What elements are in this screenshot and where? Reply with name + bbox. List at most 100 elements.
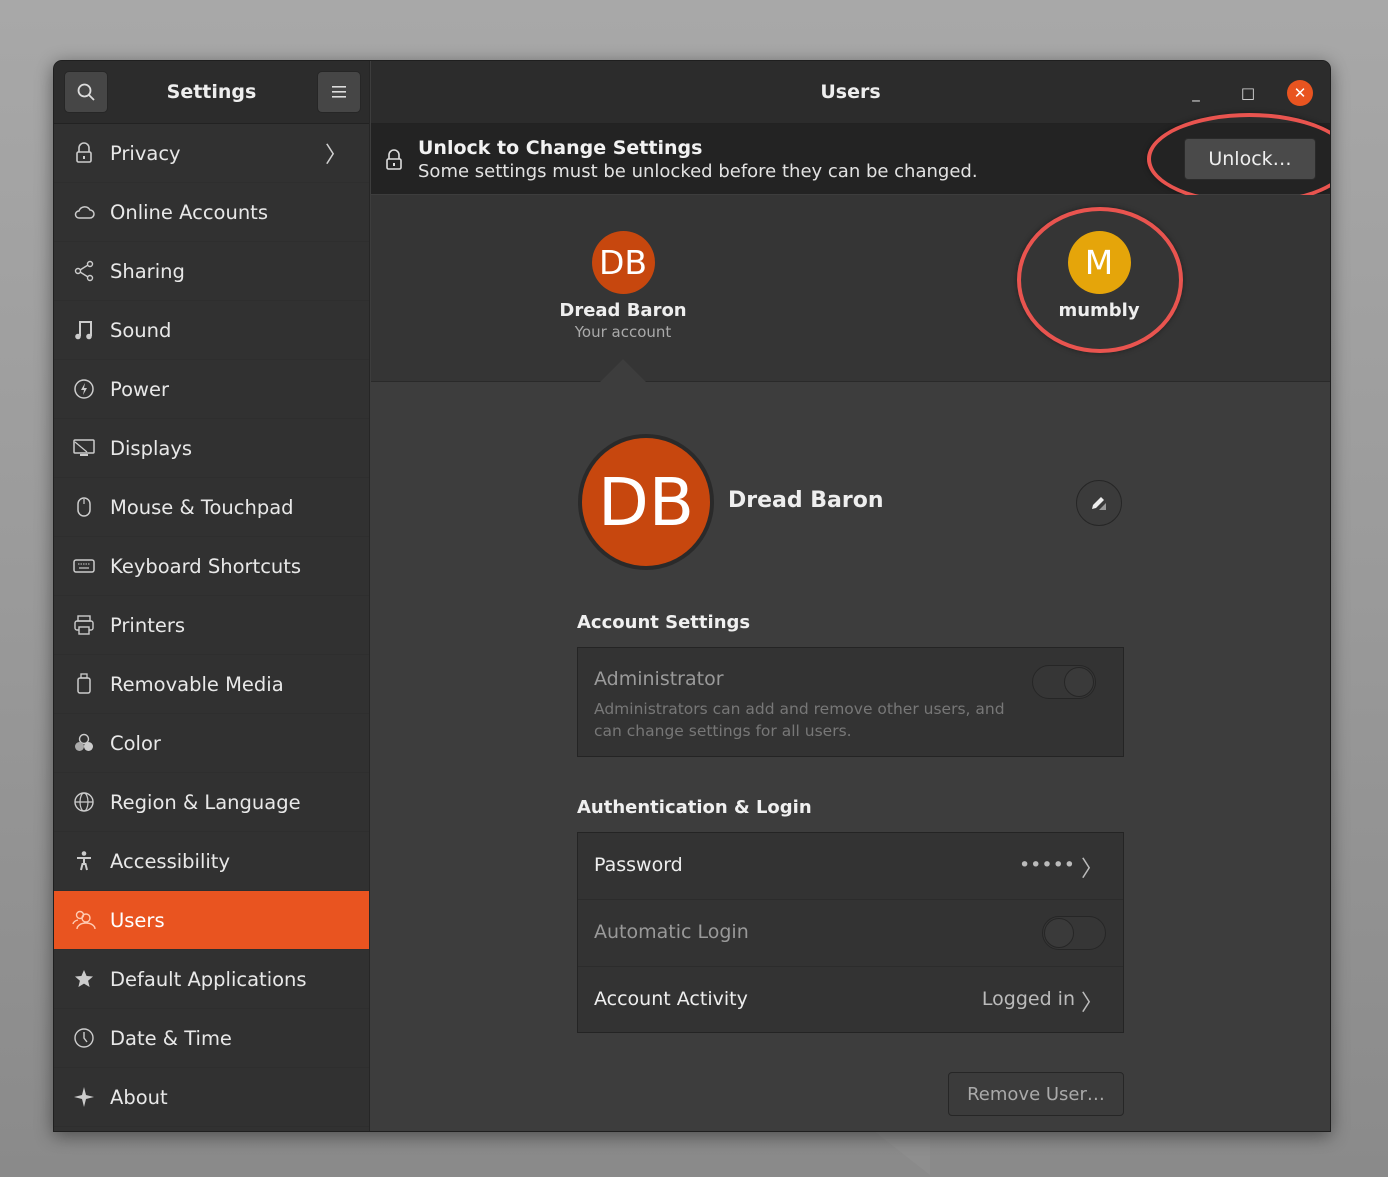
automatic-login-label: Automatic Login [594,921,749,943]
sidebar-item-label: Date & Time [110,1026,232,1050]
automatic-login-toggle[interactable] [1042,916,1106,950]
color-icon [72,731,96,755]
sidebar: Settings Privacy 〉 Online Accounts Shari… [54,61,370,1131]
display-icon [72,436,96,460]
sidebar-item-label: Keyboard Shortcuts [110,554,302,578]
sidebar-item-sound[interactable]: Sound [54,301,369,360]
account-activity-value: Logged in [981,988,1075,1010]
pencil-icon [1092,497,1106,510]
hamburger-menu-icon [332,86,346,98]
unlock-infobar: Unlock to Change Settings Some settings … [371,113,1330,205]
lock-icon [385,149,403,175]
administrator-row: Administrator Administrators can add and… [577,647,1124,757]
sidebar-item-sharing[interactable]: Sharing [54,242,369,301]
sidebar-item-label: Displays [110,436,193,460]
sidebar-item-label: Users [110,908,165,932]
sidebar-item-label: Accessibility [110,849,230,873]
sidebar-item-removable-media[interactable]: Removable Media [54,655,369,714]
sidebar-item-label: Default Applications [110,967,307,991]
minimize-button[interactable]: _ [1183,80,1209,106]
chevron-right-icon: 〉 [324,143,347,168]
sidebar-item-users[interactable]: Users [54,891,369,950]
clock-icon [72,1026,96,1050]
accessibility-icon [72,849,96,873]
menu-button[interactable] [317,71,361,113]
sidebar-item-keyboard-shortcuts[interactable]: Keyboard Shortcuts [54,537,369,596]
account-settings-heading: Account Settings [577,612,751,633]
administrator-toggle[interactable] [1032,665,1096,699]
sidebar-item-online-accounts[interactable]: Online Accounts [54,183,369,242]
password-value: ••••• [1018,854,1075,876]
toggle-knob [1064,667,1094,697]
user-selector: DB Dread Baron Your account M mumbly [371,195,1330,382]
users-icon [72,908,96,932]
authentication-list: Password ••••• 〉 Automatic Login Account… [577,832,1124,1033]
authentication-heading: Authentication & Login [577,797,812,818]
infobar-title: Unlock to Change Settings [418,137,703,159]
sidebar-item-label: Sound [110,318,172,342]
sidebar-item-label: Online Accounts [110,200,268,224]
chevron-right-icon: 〉 [1080,857,1103,882]
avatar: DB [591,231,655,294]
user-avatar-large[interactable]: DB [578,434,714,570]
account-activity-label: Account Activity [594,988,748,1010]
titlebar: Users _ □ ✕ [371,61,1330,124]
chevron-right-icon: 〉 [1080,991,1103,1016]
selection-pointer [600,359,646,382]
sidebar-item-color[interactable]: Color [54,714,369,773]
user-full-name: Dread Baron [728,488,884,513]
sidebar-item-about[interactable]: About [54,1068,369,1127]
keyboard-icon [72,554,96,578]
close-button[interactable]: ✕ [1287,80,1313,106]
sidebar-item-displays[interactable]: Displays [54,419,369,478]
avatar-initials: DB [582,438,710,566]
sidebar-item-mouse-touchpad[interactable]: Mouse & Touchpad [54,478,369,537]
password-row[interactable]: Password ••••• 〉 [578,833,1123,900]
maximize-icon: □ [1240,84,1256,102]
sidebar-item-date-time[interactable]: Date & Time [54,1009,369,1068]
sidebar-item-label: Sharing [110,259,185,283]
sidebar-item-privacy[interactable]: Privacy 〉 [54,124,369,183]
sidebar-item-label: Printers [110,613,186,637]
lock-icon [72,141,96,165]
close-icon: ✕ [1293,84,1307,102]
sidebar-item-label: Region & Language [110,790,301,814]
user-card-mumbly[interactable]: M mumbly [1019,231,1179,321]
sidebar-item-default-applications[interactable]: Default Applications [54,950,369,1009]
main-panel: Users _ □ ✕ Unlock to Change Settings So… [371,61,1330,1131]
sidebar-item-label: Power [110,377,169,401]
cloud-icon [72,200,96,224]
sidebar-item-label: Removable Media [110,672,284,696]
power-icon [72,377,96,401]
mouse-icon [72,495,96,519]
unlock-button[interactable]: Unlock… [1184,138,1316,180]
sidebar-item-region-language[interactable]: Region & Language [54,773,369,832]
star-icon [72,967,96,991]
edit-name-button[interactable] [1076,480,1122,526]
minimize-icon: _ [1192,84,1200,102]
sidebar-item-printers[interactable]: Printers [54,596,369,655]
automatic-login-row: Automatic Login [578,900,1123,967]
sidebar-item-accessibility[interactable]: Accessibility [54,832,369,891]
avatar: M [1067,231,1131,294]
sidebar-item-label: Mouse & Touchpad [110,495,294,519]
sidebar-item-power[interactable]: Power [54,360,369,419]
user-name: Dread Baron [559,300,687,321]
remove-user-button[interactable]: Remove User… [948,1072,1124,1116]
music-note-icon [72,318,96,342]
settings-window: Settings Privacy 〉 Online Accounts Shari… [53,60,1331,1132]
administrator-label: Administrator [594,668,724,690]
sidebar-list: Privacy 〉 Online Accounts Sharing Sound … [54,124,369,1127]
toggle-knob [1044,918,1074,948]
user-subtitle: Your account [574,323,672,341]
account-activity-row[interactable]: Account Activity Logged in 〉 [578,967,1123,1034]
maximize-button[interactable]: □ [1235,80,1261,106]
sidebar-header: Settings [54,61,369,124]
user-card-dread-baron[interactable]: DB Dread Baron Your account [543,231,703,341]
sidebar-item-label: Color [110,731,161,755]
usb-drive-icon [72,672,96,696]
infobar-message: Some settings must be unlocked before th… [418,161,978,182]
printer-icon [72,613,96,637]
globe-icon [72,790,96,814]
share-icon [72,259,96,283]
